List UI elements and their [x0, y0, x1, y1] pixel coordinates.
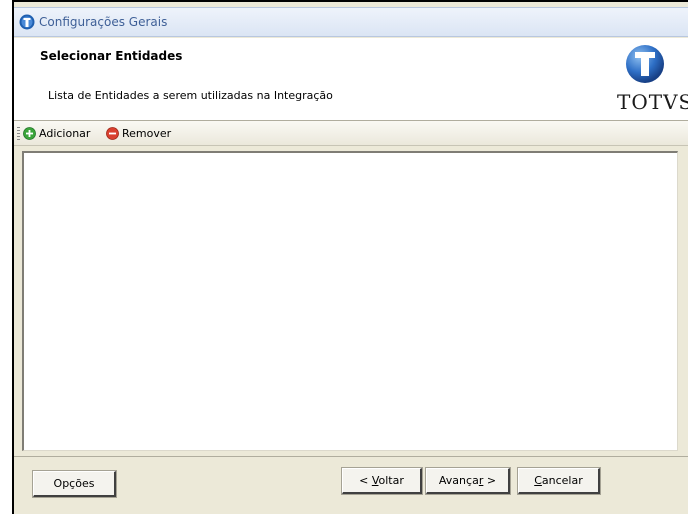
- back-prefix: <: [359, 474, 372, 487]
- totvs-logo: TOTVS: [614, 44, 688, 120]
- page-title: Selecionar Entidades: [40, 49, 183, 63]
- back-mnemonic: V: [371, 474, 379, 487]
- title-bar: Configurações Gerais: [14, 7, 688, 37]
- back-rest: oltar: [378, 474, 404, 487]
- remove-button-label: Remover: [122, 127, 172, 140]
- cancel-rest: ancelar: [541, 474, 583, 487]
- logo-text: TOTVS: [617, 90, 688, 114]
- footer-divider: [14, 456, 688, 457]
- plus-circle-icon: [23, 127, 36, 140]
- totvs-app-icon: [19, 14, 35, 30]
- next-suffix: >: [483, 474, 497, 487]
- totvs-logo-icon: [626, 45, 664, 83]
- minus-circle-icon: [106, 127, 119, 140]
- next-button[interactable]: Avançar >: [425, 467, 511, 495]
- entities-list[interactable]: [22, 151, 678, 451]
- options-button-label: Opções: [53, 477, 95, 490]
- back-button[interactable]: < Voltar: [341, 467, 423, 495]
- wizard-header: Selecionar Entidades Lista de Entidades …: [14, 38, 688, 120]
- configuration-dialog: Configurações Gerais Selecionar Entidade…: [14, 2, 688, 514]
- cancel-button[interactable]: Cancelar: [517, 467, 601, 495]
- add-button[interactable]: Adicionar: [23, 124, 90, 143]
- toolbar-grip[interactable]: [17, 127, 20, 141]
- cancel-mnemonic: C: [534, 474, 542, 487]
- page-subtitle: Lista de Entidades a serem utilizadas na…: [48, 89, 333, 102]
- entity-toolbar: Adicionar Remover: [14, 121, 688, 146]
- options-button[interactable]: Opções: [32, 470, 117, 498]
- remove-button[interactable]: Remover: [106, 124, 171, 143]
- add-button-label: Adicionar: [39, 127, 91, 140]
- window-title: Configurações Gerais: [39, 15, 168, 29]
- next-prefix: Avança: [438, 474, 479, 487]
